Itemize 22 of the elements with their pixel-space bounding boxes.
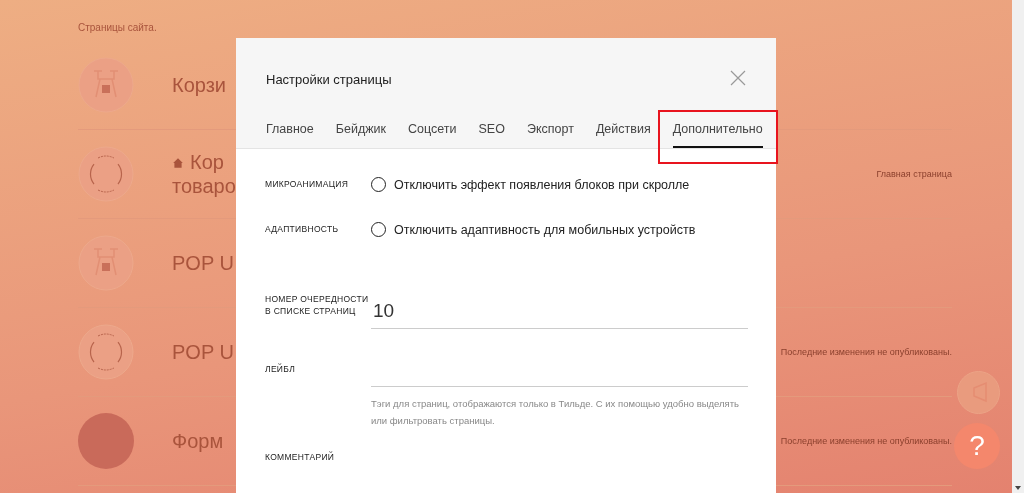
setting-label: КОММЕНТАРИЙ	[265, 451, 336, 464]
input-field[interactable]: 10	[371, 293, 748, 329]
logo-icon	[78, 324, 134, 380]
hint-text: Тэги для страниц, отображаются только в Тильде. С их помощью удобно выделять или фильтровать страницы.	[371, 397, 740, 428]
page-status: Последние изменения не опубликованы.	[780, 436, 952, 446]
drone-icon	[78, 57, 134, 113]
radio-option[interactable]: Отключить адаптивность для мобильных устройств	[371, 222, 696, 237]
page-status: Последние изменения не опубликованы.	[780, 347, 952, 357]
setting-label: МИКРОАНИМАЦИЯ	[265, 178, 350, 191]
radio-option[interactable]: Отключить эффект появления блоков при скролле	[371, 177, 690, 192]
setting-label: НОМЕР ОЧЕРЕДНОСТИ В СПИСКЕ СТРАНИЦ	[265, 293, 370, 318]
section-heading: Страницы сайта.	[78, 22, 158, 33]
setting-label: ЛЕЙБЛ	[265, 363, 296, 376]
drone-icon	[78, 235, 134, 291]
logo-icon	[78, 146, 134, 202]
page-status: Главная страница	[876, 169, 952, 179]
dialog-title: Настройки страницы	[266, 72, 392, 87]
tab[interactable]: Дополнительно	[657, 110, 778, 164]
close-icon[interactable]	[730, 70, 746, 86]
home-icon	[172, 157, 184, 169]
setting-label: АДАПТИВНОСТЬ	[265, 223, 340, 236]
photo-placeholder	[78, 413, 134, 469]
